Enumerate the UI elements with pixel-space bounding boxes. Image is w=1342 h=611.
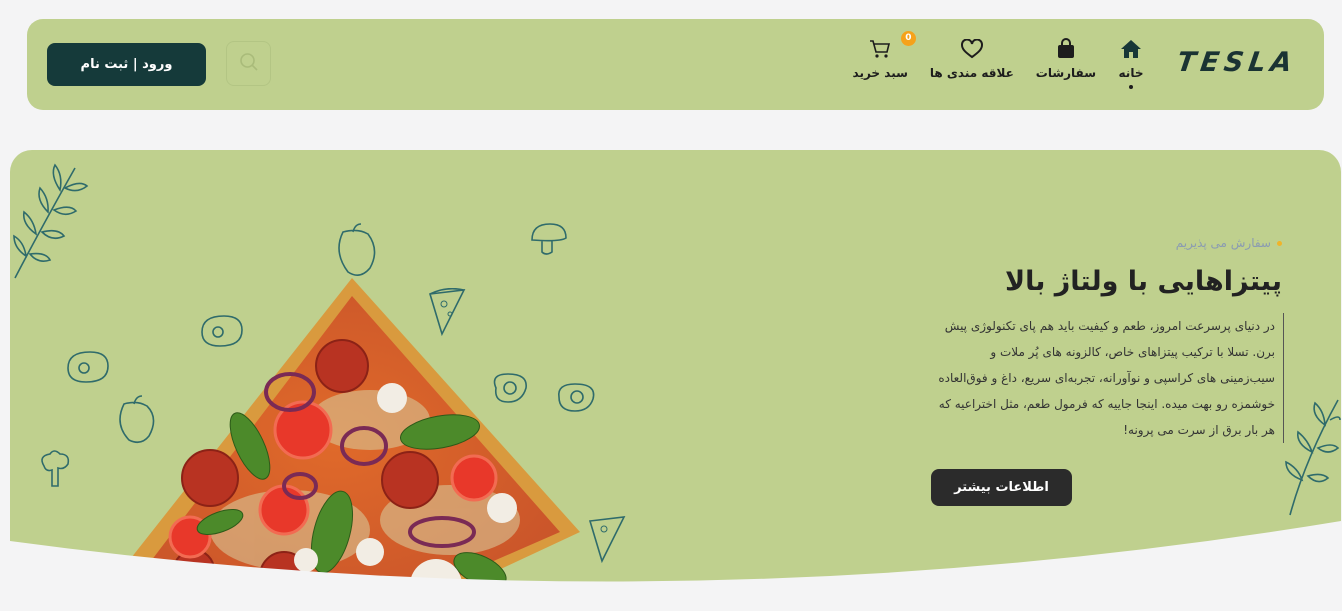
heart-icon	[959, 37, 985, 61]
search-button[interactable]	[226, 41, 271, 86]
nav-item-orders[interactable]: سفارشات	[1036, 37, 1096, 89]
active-indicator	[1129, 85, 1133, 89]
nav-item-cart[interactable]: 0 سبد خرید	[852, 31, 916, 89]
hero-bottom-wave	[10, 521, 1341, 611]
rosemary-doodle-right	[1285, 399, 1341, 516]
cart-icon	[867, 37, 893, 61]
hero-section: سفارش می پذیریم پیتزاهایی با ولتاژ بالا …	[10, 150, 1341, 611]
pepper-doodle	[338, 223, 376, 276]
site-header: TESLA خانه سفارشات علاقه مندی ها 0 سبد خ…	[27, 19, 1324, 110]
mushroom-doodle	[531, 223, 567, 255]
logo[interactable]: TESLA	[1174, 47, 1299, 81]
nav-label-favorites: علاقه مندی ها	[929, 66, 1014, 80]
nav-label-cart: سبد خرید	[852, 66, 908, 80]
broccoli-doodle	[41, 450, 70, 487]
tagline-dot	[1277, 240, 1282, 246]
hero-tagline: سفارش می پذیریم	[1176, 236, 1282, 250]
more-info-button[interactable]: اطلاعات بیشتر	[931, 469, 1072, 506]
nav-label-orders: سفارشات	[1035, 66, 1096, 80]
rosemary-doodle-left	[13, 163, 89, 279]
shopping-bag-icon	[1053, 37, 1079, 61]
search-icon	[239, 52, 259, 76]
hero-title: پیتزاهایی با ولتاژ بالا	[1004, 266, 1282, 297]
home-icon	[1118, 37, 1144, 61]
cart-count-badge: 0	[900, 31, 916, 46]
hero-description: در دنیای پرسرعت امروز، طعم و کیفیت باید …	[934, 313, 1284, 443]
login-register-button[interactable]: ورود | ثبت نام	[47, 43, 206, 86]
nav-item-favorites[interactable]: علاقه مندی ها	[930, 37, 1014, 89]
nav-item-home[interactable]: خانه	[1118, 37, 1144, 89]
nav-label-home: خانه	[1118, 66, 1144, 80]
main-nav: خانه سفارشات علاقه مندی ها 0 سبد خرید	[852, 31, 1144, 89]
tagline-text: سفارش می پذیریم	[1175, 236, 1271, 250]
